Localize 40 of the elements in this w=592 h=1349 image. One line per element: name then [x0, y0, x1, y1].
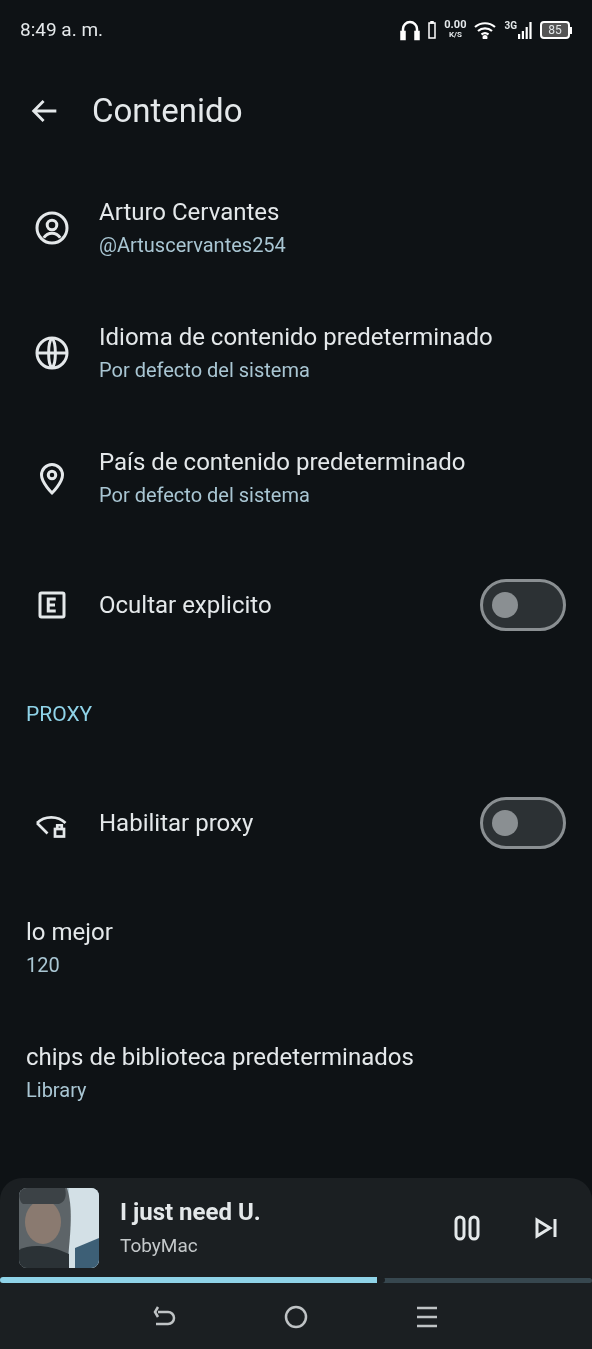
track-title: I just need U.: [120, 1197, 262, 1226]
battery-level: 85: [540, 21, 570, 39]
setting-row[interactable]: chips de biblioteca predeterminados Library: [0, 1010, 592, 1135]
speed-unit: K/S: [448, 30, 462, 40]
setting-value: Por defecto del sistema: [99, 357, 311, 383]
home-icon[interactable]: [283, 1304, 309, 1330]
page-title: Contenido: [92, 90, 243, 133]
setting-row[interactable]: Ocultar explicito: [0, 540, 592, 670]
setting-title: chips de biblioteca predeterminados: [26, 1042, 414, 1072]
setting-value: Por defecto del sistema: [99, 482, 311, 508]
setting-row[interactable]: Habilitar proxy: [0, 760, 592, 885]
setting-value: @Artuscervantes254: [99, 232, 286, 258]
skip-next-icon[interactable]: [534, 1216, 558, 1239]
setting-row[interactable]: Arturo Cervantes @Artuscervantes254: [0, 165, 592, 290]
setting-value: 120: [26, 952, 61, 978]
setting-title: Arturo Cervantes: [99, 197, 281, 227]
battery-small-icon: [428, 21, 437, 39]
speed-value: 0.00: [444, 20, 467, 30]
setting-row[interactable]: Idioma de contenido predeterminado Por defecto del sistema: [0, 290, 592, 415]
mini-player[interactable]: I just need U. TobyMac: [0, 1178, 592, 1285]
globe-icon: [34, 334, 70, 371]
setting-title: Ocultar explicito: [99, 590, 273, 621]
signal-icon: [518, 21, 532, 39]
wifi-icon: [474, 21, 497, 39]
setting-row[interactable]: País de contenido predeterminado Por defecto del sistema: [0, 415, 592, 540]
setting-title: lo mejor: [26, 917, 113, 947]
headphones-icon: [400, 19, 421, 41]
track-artist: TobyMac: [120, 1233, 199, 1258]
pause-icon[interactable]: [454, 1214, 480, 1241]
status-time: 8:49 a. m.: [20, 16, 104, 43]
toggle-switch[interactable]: [480, 579, 566, 631]
toggle-switch[interactable]: [480, 796, 566, 849]
setting-value: Library: [26, 1077, 88, 1103]
setting-row[interactable]: lo mejor 120: [0, 885, 592, 1010]
section-header: PROXY: [26, 701, 93, 729]
setting-title: País de contenido predeterminado: [99, 447, 466, 477]
setting-title: Idioma de contenido predeterminado: [99, 322, 493, 352]
network-type: 3G: [504, 21, 517, 31]
account-icon: [34, 209, 70, 246]
setting-title: Habilitar proxy: [99, 807, 255, 839]
